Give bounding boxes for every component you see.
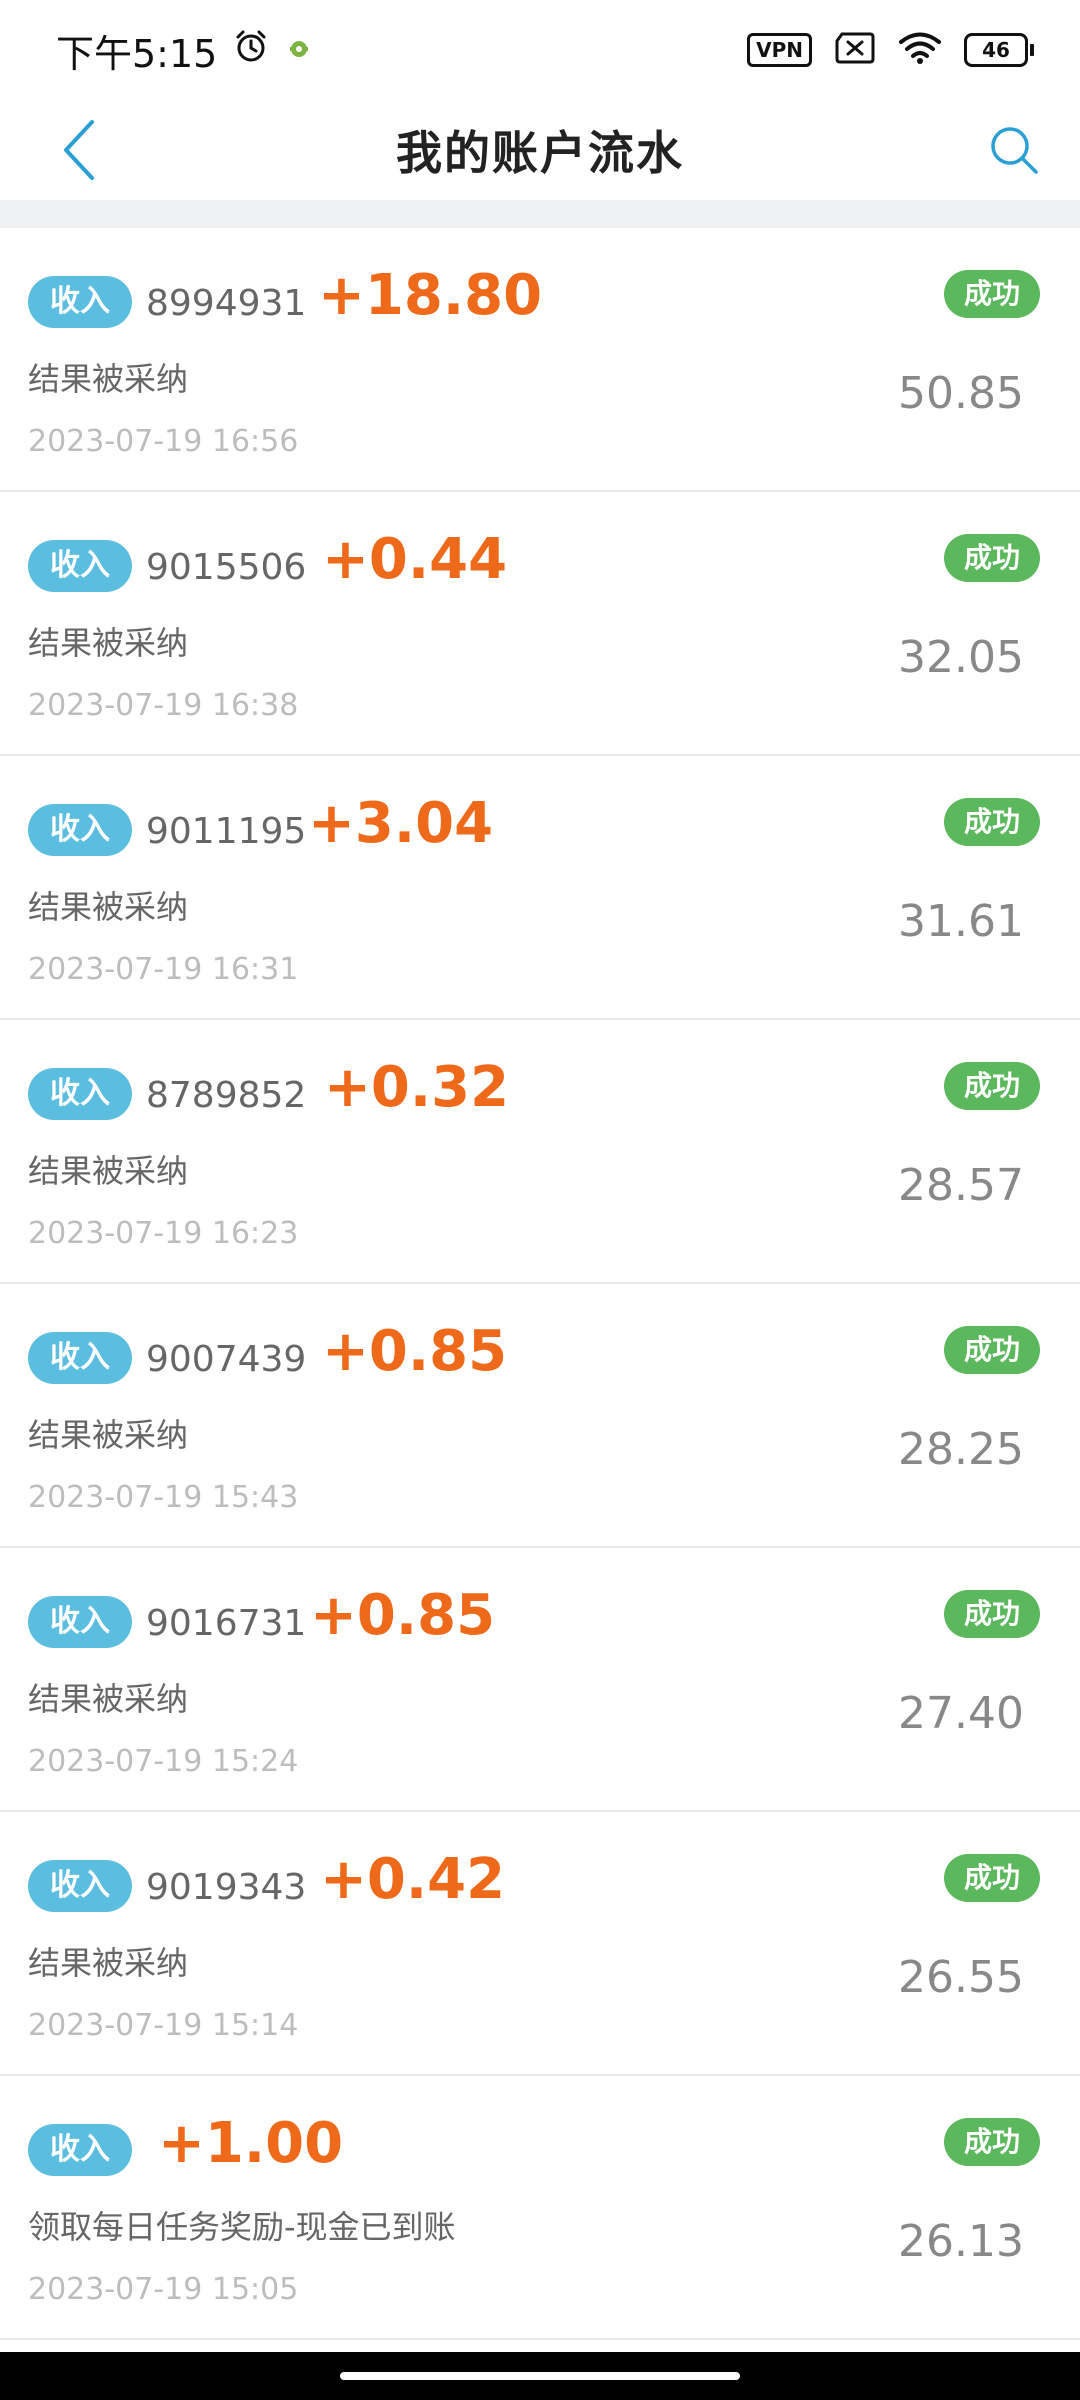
header-divider <box>0 200 1080 228</box>
status-badge: 成功 <box>943 798 1040 846</box>
status-bar: 下午5:15 VPN 46 <box>0 0 1080 100</box>
status-right: VPN 46 <box>747 31 1034 69</box>
transaction-item[interactable]: 收入 8994931 +18.80 成功 结果被采纳 2023-07-19 16… <box>0 228 1080 492</box>
status-badge: 成功 <box>943 1062 1040 1110</box>
home-indicator[interactable] <box>340 2372 740 2380</box>
wifi-icon <box>898 31 942 69</box>
transaction-amount: +0.42 <box>320 1847 506 1912</box>
transaction-time: 2023-07-19 16:31 <box>28 952 299 987</box>
type-badge: 收入 <box>28 1596 132 1648</box>
transaction-amount: +3.04 <box>308 791 494 856</box>
transaction-id: 8994931 <box>146 283 307 324</box>
type-badge: 收入 <box>28 1860 132 1912</box>
chevron-left-icon <box>64 120 94 180</box>
transaction-time: 2023-07-19 15:43 <box>28 1480 299 1515</box>
back-button[interactable] <box>40 110 120 190</box>
battery-icon: 46 <box>964 33 1034 67</box>
transaction-description: 结果被采纳 <box>28 624 189 662</box>
transaction-description: 领取每日任务奖励-现金已到账 <box>28 2208 456 2246</box>
transaction-amount: +0.85 <box>322 1319 508 1384</box>
transaction-time: 2023-07-19 16:38 <box>28 688 299 723</box>
search-button[interactable] <box>974 110 1054 190</box>
transaction-id: 9011195 <box>146 811 307 852</box>
transaction-description: 结果被采纳 <box>28 1680 189 1718</box>
transaction-id: 9015506 <box>146 547 307 588</box>
transaction-list: 收入 8994931 +18.80 成功 结果被采纳 2023-07-19 16… <box>0 228 1080 2340</box>
battery-level: 46 <box>964 33 1028 67</box>
transaction-time: 2023-07-19 15:24 <box>28 1744 299 1779</box>
transaction-amount: +18.80 <box>318 263 543 328</box>
transaction-balance: 32.05 <box>898 632 1024 683</box>
status-left: 下午5:15 <box>56 23 313 78</box>
type-badge: 收入 <box>28 1332 132 1384</box>
transaction-description: 结果被采纳 <box>28 1944 189 1982</box>
transaction-description: 结果被采纳 <box>28 360 189 398</box>
transaction-item[interactable]: 收入 9019343 +0.42 成功 结果被采纳 2023-07-19 15:… <box>0 1812 1080 2076</box>
transaction-balance: 50.85 <box>898 368 1024 419</box>
transaction-balance: 27.40 <box>898 1688 1024 1739</box>
vpn-icon: VPN <box>747 33 812 67</box>
transaction-id: 9016731 <box>146 1603 307 1644</box>
app-header: 我的账户流水 <box>0 100 1080 200</box>
transaction-amount: +0.44 <box>322 527 508 592</box>
transaction-item[interactable]: 收入 9015506 +0.44 成功 结果被采纳 2023-07-19 16:… <box>0 492 1080 756</box>
transaction-item[interactable]: 收入 9007439 +0.85 成功 结果被采纳 2023-07-19 15:… <box>0 1284 1080 1548</box>
android-app-icon <box>285 28 313 72</box>
transaction-item[interactable]: 收入 +1.00 成功 领取每日任务奖励-现金已到账 2023-07-19 15… <box>0 2076 1080 2340</box>
status-time: 下午5:15 <box>56 31 218 76</box>
transaction-balance: 26.13 <box>898 2216 1024 2267</box>
type-badge: 收入 <box>28 276 132 328</box>
transaction-id: 9007439 <box>146 1339 307 1380</box>
transaction-item[interactable]: 收入 9016731 +0.85 成功 结果被采纳 2023-07-19 15:… <box>0 1548 1080 1812</box>
transaction-id: 8789852 <box>146 1075 307 1116</box>
transaction-item[interactable]: 收入 8789852 +0.32 成功 结果被采纳 2023-07-19 16:… <box>0 1020 1080 1284</box>
status-badge: 成功 <box>943 534 1040 582</box>
status-badge: 成功 <box>943 2118 1040 2166</box>
transaction-time: 2023-07-19 15:05 <box>28 2272 299 2307</box>
type-badge: 收入 <box>28 540 132 592</box>
type-badge: 收入 <box>28 1068 132 1120</box>
type-badge: 收入 <box>28 804 132 856</box>
transaction-amount: +0.32 <box>324 1055 510 1120</box>
status-badge: 成功 <box>943 1854 1040 1902</box>
status-badge: 成功 <box>943 1590 1040 1638</box>
status-badge: 成功 <box>943 1326 1040 1374</box>
page-title: 我的账户流水 <box>396 126 684 180</box>
transaction-time: 2023-07-19 16:23 <box>28 1216 299 1251</box>
transaction-amount: +1.00 <box>158 2111 344 2176</box>
transaction-item[interactable]: 收入 9011195 +3.04 成功 结果被采纳 2023-07-19 16:… <box>0 756 1080 1020</box>
transaction-time: 2023-07-19 15:14 <box>28 2008 299 2043</box>
transaction-balance: 31.61 <box>898 896 1024 947</box>
transaction-id: 9019343 <box>146 1867 307 1908</box>
status-badge: 成功 <box>943 270 1040 318</box>
page: 下午5:15 VPN 46 我的账户流水 收入 8994931 +18.80 成… <box>0 0 1080 2400</box>
transaction-balance: 28.25 <box>898 1424 1024 1475</box>
type-badge: 收入 <box>28 2124 132 2176</box>
alarm-icon <box>233 28 269 73</box>
transaction-description: 结果被采纳 <box>28 888 189 926</box>
no-sim-icon <box>834 31 876 69</box>
transaction-balance: 28.57 <box>898 1160 1024 1211</box>
search-icon <box>991 127 1038 174</box>
transaction-amount: +0.85 <box>310 1583 496 1648</box>
system-nav-bar <box>0 2352 1080 2400</box>
transaction-description: 结果被采纳 <box>28 1152 189 1190</box>
transaction-time: 2023-07-19 16:56 <box>28 424 299 459</box>
battery-cap <box>1030 44 1034 56</box>
transaction-balance: 26.55 <box>898 1952 1024 2003</box>
transaction-description: 结果被采纳 <box>28 1416 189 1454</box>
